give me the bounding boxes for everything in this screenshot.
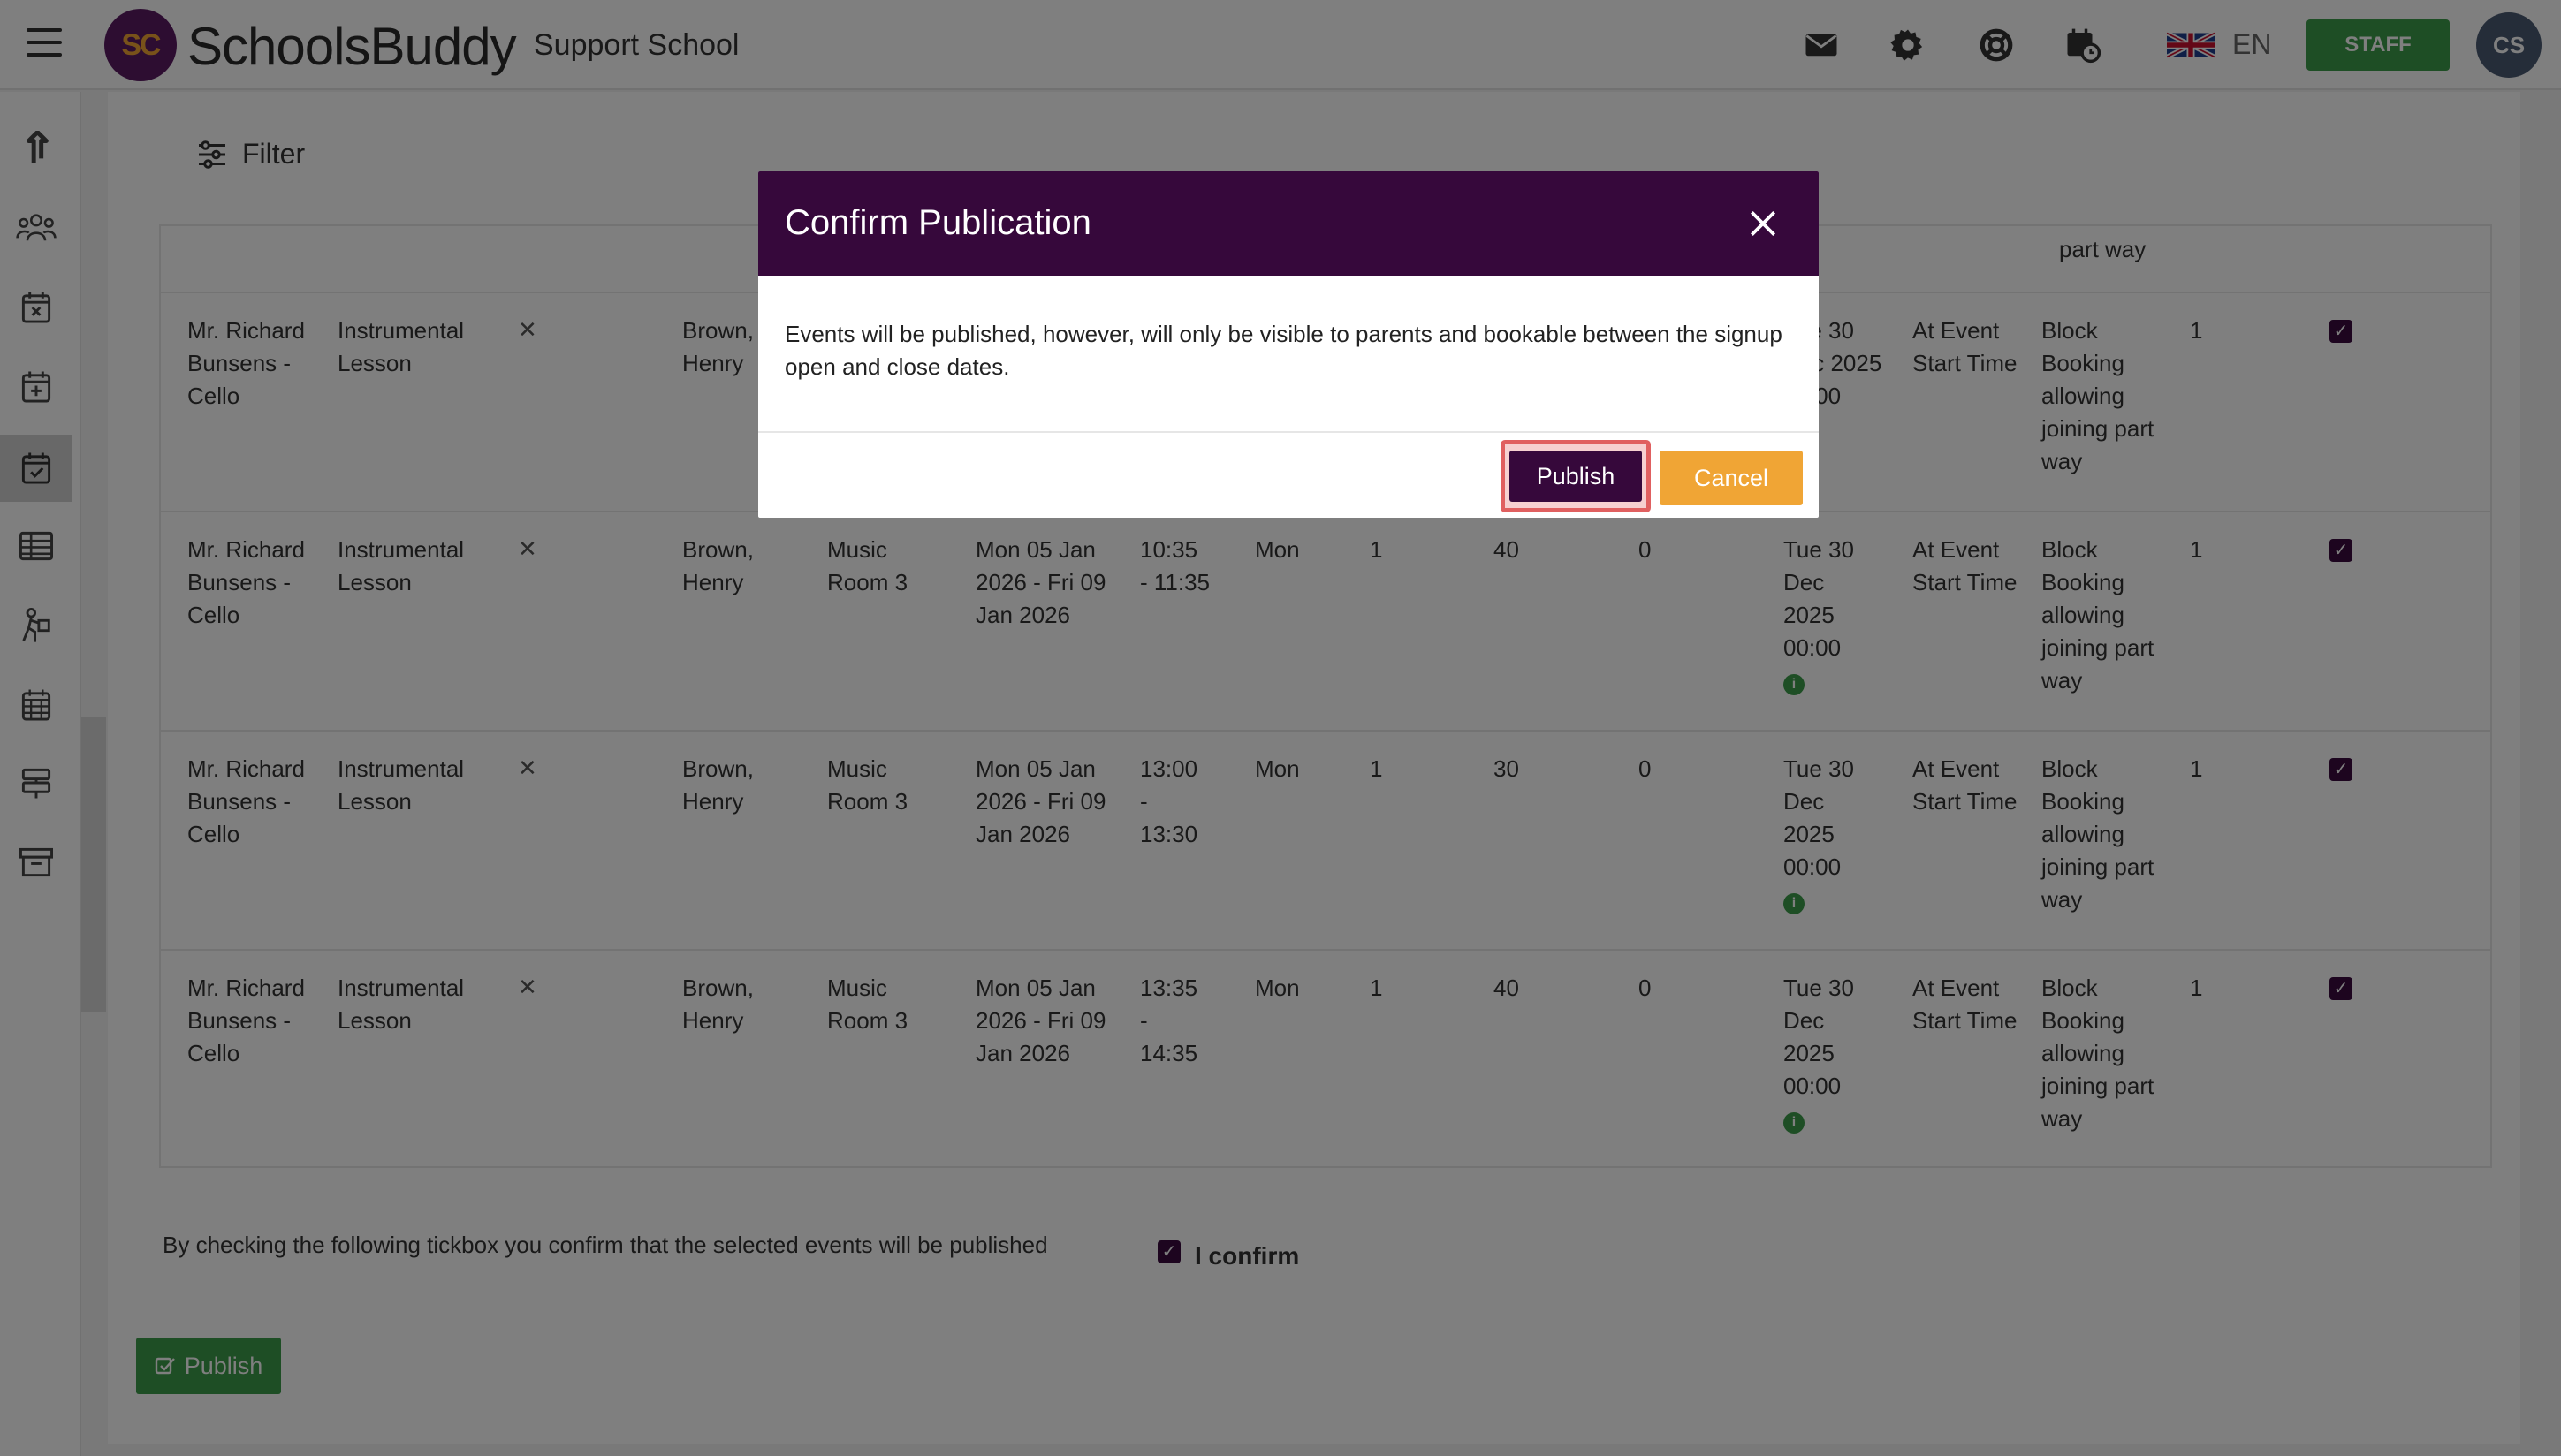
confirm-publication-dialog: Confirm Publication Events will be publi…: [758, 171, 1819, 518]
close-icon[interactable]: [1746, 207, 1780, 240]
dialog-cancel-button[interactable]: Cancel: [1660, 451, 1803, 505]
publish-highlight: Publish: [1501, 440, 1651, 512]
dialog-message: Events will be published, however, will …: [785, 321, 1782, 380]
dialog-publish-button[interactable]: Publish: [1509, 451, 1642, 502]
dialog-divider: [758, 431, 1819, 433]
dialog-header: Confirm Publication: [758, 171, 1819, 276]
dialog-title: Confirm Publication: [785, 203, 1091, 242]
